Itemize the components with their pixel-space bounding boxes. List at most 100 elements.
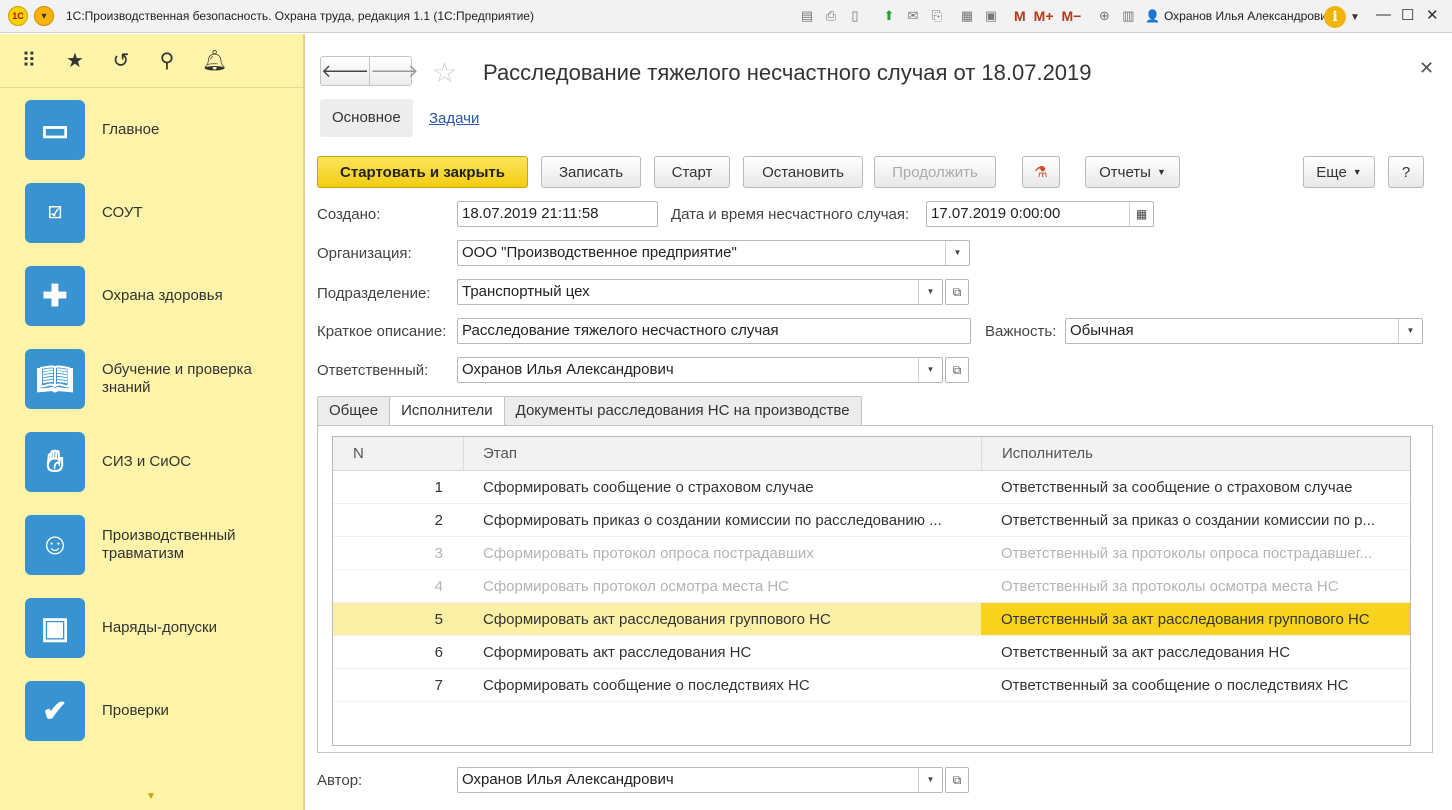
open-responsible-icon[interactable]: ⧉ <box>945 357 969 383</box>
table-row[interactable]: 7 Сформировать сообщение о последствиях … <box>333 669 1410 702</box>
main-menu-button[interactable]: ▾ <box>34 6 54 26</box>
tab-tasks[interactable]: Задачи <box>429 99 479 137</box>
maximize-icon[interactable]: ☐ <box>1401 6 1414 24</box>
stop-button[interactable]: Остановить <box>743 156 863 188</box>
reports-button[interactable]: Отчеты ▼ <box>1085 156 1180 188</box>
help-button[interactable]: ? <box>1388 156 1424 188</box>
info-icon[interactable]: i <box>1324 6 1346 28</box>
organization-field[interactable]: ООО "Производственное предприятие" ▼ <box>457 240 970 266</box>
table-row[interactable]: 6 Сформировать акт расследования НС Отве… <box>333 636 1410 669</box>
sidebar-item-training[interactable]: 📖︎ Обучение и проверка знаний <box>0 338 303 420</box>
panels-icon[interactable]: ▥ <box>1117 6 1139 26</box>
more-button[interactable]: Еще ▼ <box>1303 156 1375 188</box>
sidebar-item-checks[interactable]: ✔ Проверки <box>0 670 303 752</box>
sidebar-item-injuries[interactable]: ☺ Производственный травматизм <box>0 504 303 586</box>
sidebar-item-sout[interactable]: ☑ СОУТ <box>0 172 303 254</box>
info-menu-chevron-icon[interactable]: ▼ <box>1350 12 1360 23</box>
start-button[interactable]: Старт <box>654 156 730 188</box>
created-field[interactable]: 18.07.2019 21:11:58 <box>457 201 658 227</box>
description-field[interactable]: Расследование тяжелого несчастного случа… <box>457 318 971 344</box>
reports-label: Отчеты <box>1099 163 1151 181</box>
sidebar-item-label: СОУТ <box>102 204 143 221</box>
memory-minus-button[interactable]: M− <box>1062 6 1082 26</box>
memory-m-button[interactable]: M <box>1014 6 1026 26</box>
email-icon[interactable]: ✉ <box>902 6 924 26</box>
user-name: Охранов Илья Александрович <box>1163 9 1334 23</box>
table-row-selected[interactable]: 5 Сформировать акт расследования группов… <box>333 603 1410 636</box>
history-icon[interactable]: ↺ <box>110 48 132 73</box>
all-functions-icon[interactable]: ⠿ <box>18 48 40 73</box>
calendar-icon[interactable]: ▣ <box>980 6 1002 26</box>
chevron-down-icon[interactable]: ▼ <box>918 358 942 382</box>
responsible-field[interactable]: Охранов Илья Александрович ▼ <box>457 357 943 383</box>
chevron-down-icon[interactable]: ▼ <box>945 241 969 265</box>
tab-investigation-documents[interactable]: Документы расследования НС на производст… <box>503 396 862 426</box>
row-number: 6 <box>434 644 443 661</box>
sidebar-item-permits[interactable]: ▣ Наряды-допуски <box>0 587 303 669</box>
search-icon[interactable]: ⚲ <box>156 48 178 73</box>
save-button[interactable]: Записать <box>541 156 641 188</box>
row-stage: Сформировать протокол осмотра места НС <box>483 578 790 595</box>
author-field[interactable]: Охранов Илья Александрович ▼ <box>457 767 943 793</box>
tab-executors[interactable]: Исполнители <box>389 396 505 427</box>
user-icon: 👤 <box>1145 9 1160 23</box>
accident-date-field[interactable]: 17.07.2019 0:00:00 ▦ <box>926 201 1154 227</box>
memory-plus-button[interactable]: M+ <box>1034 6 1054 26</box>
window-close-icon[interactable]: ✕ <box>1426 6 1439 24</box>
created-label: Создано: <box>317 206 381 223</box>
window-toolbar: ▤ ⎙ ▯ ⬆ ✉ ⎘ ▦ ▣ M M+ M− ⊕ ▥ <box>796 6 1141 26</box>
scroll-down-chevron-icon[interactable]: ▼ <box>146 791 156 802</box>
importance-field[interactable]: Обычная ▼ <box>1065 318 1423 344</box>
row-number: 5 <box>434 611 443 628</box>
calculator-icon[interactable]: ▦ <box>956 6 978 26</box>
save-icon[interactable]: ▤ <box>796 6 818 26</box>
importance-label: Важность: <box>985 323 1057 340</box>
department-field[interactable]: Транспортный цех ▼ <box>457 279 943 305</box>
table-row[interactable]: 4 Сформировать протокол осмотра места НС… <box>333 570 1410 603</box>
table-row[interactable]: 3 Сформировать протокол опроса пострадав… <box>333 537 1410 570</box>
sidebar-item-label: Главное <box>102 121 160 138</box>
calendar-icon[interactable]: ▦ <box>1129 202 1153 226</box>
continue-button[interactable]: Продолжить <box>874 156 996 188</box>
document-form: 🡐 🡒 ☆ Расследование тяжелого несчастного… <box>306 34 1452 810</box>
table-row[interactable]: 2 Сформировать приказ о создании комисси… <box>333 504 1410 537</box>
sidebar-item-health[interactable]: ✚ Охрана здоровья <box>0 255 303 337</box>
notifications-icon[interactable]: 🔔︎ <box>202 48 227 73</box>
favorites-icon[interactable]: ★ <box>64 48 86 73</box>
forward-arrow-icon[interactable]: 🡒 <box>369 57 419 85</box>
permit-badge-icon: ▣ <box>25 598 85 658</box>
tab-general[interactable]: Общее <box>317 396 391 426</box>
print-icon[interactable]: ⎙ <box>820 6 842 26</box>
preview-icon[interactable]: ▯ <box>844 6 866 26</box>
link-icon[interactable]: ⬆ <box>878 6 900 26</box>
chevron-down-icon[interactable]: ▼ <box>918 768 942 792</box>
responsible-label: Ответственный: <box>317 362 429 379</box>
open-department-icon[interactable]: ⧉ <box>945 279 969 305</box>
favorite-star-icon[interactable]: ☆ <box>432 56 457 89</box>
more-label: Еще <box>1316 163 1347 181</box>
open-author-icon[interactable]: ⧉ <box>945 767 969 793</box>
chevron-down-icon[interactable]: ▼ <box>918 280 942 304</box>
back-arrow-icon[interactable]: 🡐 <box>321 57 369 85</box>
zoom-icon[interactable]: ⊕ <box>1093 6 1115 26</box>
sidebar-item-ppe[interactable]: ✋︎ СИЗ и СиОС <box>0 421 303 503</box>
chevron-down-icon[interactable]: ▼ <box>1398 319 1422 343</box>
row-stage: Сформировать акт расследования НС <box>483 644 752 661</box>
table-header: N Этап Исполнитель <box>333 437 1410 471</box>
row-stage: Сформировать приказ о создании комиссии … <box>483 512 942 529</box>
sidebar-item-label: Производственный травматизм <box>102 527 236 562</box>
minimize-icon[interactable]: — <box>1376 6 1391 23</box>
attach-icon[interactable]: ⎘ <box>926 6 948 26</box>
executors-table: N Этап Исполнитель 1 Сформировать сообще… <box>332 436 1411 746</box>
column-header-executor[interactable]: Исполнитель <box>981 437 1410 470</box>
column-header-stage[interactable]: Этап <box>463 437 981 470</box>
sidebar-item-main[interactable]: ▭ Главное <box>0 89 303 171</box>
column-header-n[interactable]: N <box>333 437 463 470</box>
current-user[interactable]: 👤 Охранов Илья Александрович <box>1145 9 1333 23</box>
sidebar-item-label: Наряды-допуски <box>102 619 217 636</box>
close-icon[interactable]: ✕ <box>1419 58 1434 79</box>
table-row[interactable]: 1 Сформировать сообщение о страховом слу… <box>333 471 1410 504</box>
tab-main[interactable]: Основное <box>320 99 413 137</box>
start-and-close-button[interactable]: Стартовать и закрыть <box>317 156 528 188</box>
workflow-map-button[interactable]: ⚗ <box>1022 156 1060 188</box>
